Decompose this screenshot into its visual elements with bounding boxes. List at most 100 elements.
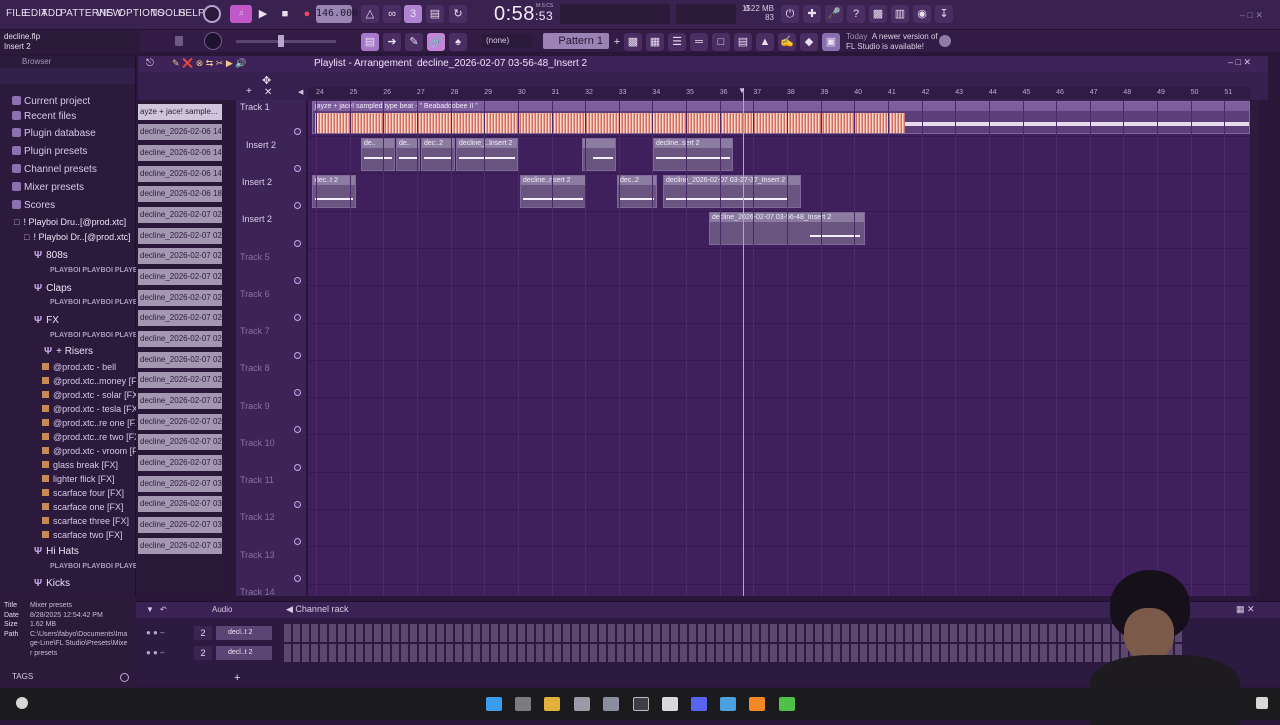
tools-icon[interactable]: ✚ — [803, 5, 821, 23]
folder-playboi-1[interactable]: □! Playboi Dru..[@prod.xtc] — [14, 217, 126, 227]
playhead-marker[interactable] — [743, 88, 744, 596]
picker-clip[interactable]: ayze + jace! sample... — [138, 104, 222, 120]
folder-kicks[interactable]: Ψ Kicks — [34, 578, 70, 589]
channel-led-icons[interactable]: ● ● – — [146, 648, 165, 657]
loop-record-icon[interactable]: ↻ — [449, 5, 467, 23]
step-sequencer-row[interactable] — [284, 624, 1184, 642]
playlist-icon[interactable]: ▤ — [361, 33, 379, 51]
wait-input-icon[interactable]: ∞ — [383, 5, 401, 23]
touch-icon[interactable]: ✍ — [778, 33, 796, 51]
track-mute-led[interactable] — [294, 538, 301, 545]
playlist-tools-icons[interactable]: ✎ ❌ ⊗ ⇆ ✂ ▶ 🔊 — [172, 58, 247, 69]
file-item[interactable]: scarface two [FX] — [42, 530, 123, 540]
track-mute-led[interactable] — [294, 277, 301, 284]
audio-clip[interactable]: decline_2026-02-07 03-27-37_Insert 2 — [663, 175, 801, 208]
picker-clip[interactable]: decline_2026-02-07 03-... — [138, 496, 222, 512]
picker-clip[interactable]: decline_2026-02-07 03-... — [138, 455, 222, 471]
playlist-grid[interactable]: jayze + jace! sampled type beat - " Beab… — [308, 100, 1250, 596]
channel-name-button[interactable]: decl..t 2 — [216, 626, 272, 640]
track-name[interactable]: Track 10 — [240, 438, 275, 448]
add-channel-icon[interactable]: + — [234, 672, 240, 684]
stamp-icon[interactable]: ♠ — [449, 33, 467, 51]
folder-risers[interactable]: Ψ + Risers — [44, 346, 93, 357]
track-name[interactable]: Track 6 — [240, 289, 270, 299]
track-name[interactable]: Insert 2 — [242, 177, 272, 187]
zoom-icon[interactable]: ✥ — [262, 74, 271, 87]
picker-clip[interactable]: decline_2026-02-07 02-... — [138, 352, 222, 368]
store-icon[interactable]: ▣ — [822, 33, 840, 51]
folder-hi-hats[interactable]: Ψ Hi Hats — [34, 546, 79, 557]
rack-undo-icon[interactable]: ↶ — [160, 605, 167, 614]
window-controls-icon[interactable]: – □ ✕ — [1240, 10, 1263, 21]
file-item[interactable]: @prod.xtc..re two [FX] — [42, 432, 143, 442]
task-view-icon[interactable] — [515, 697, 531, 711]
picker-clip[interactable]: decline_2026-02-07 02-... — [138, 310, 222, 326]
plugin-picker-icon[interactable]: ▥ — [891, 5, 909, 23]
track-mute-led[interactable] — [294, 389, 301, 396]
help-icon[interactable]: ? — [847, 5, 865, 23]
step-sequencer-row[interactable] — [284, 644, 1184, 662]
file-explorer-icon[interactable] — [544, 697, 560, 711]
track-name[interactable]: Track 1 — [240, 102, 270, 112]
link-icon[interactable]: 🔗 — [427, 33, 445, 51]
picker-clip[interactable]: decline_2026-02-07 03-... — [138, 538, 222, 554]
picker-clip[interactable]: decline_2026-02-07 02-... — [138, 434, 222, 450]
track-name[interactable]: Track 14 — [240, 587, 275, 597]
arrangement-selector[interactable]: decline_2026-02-07 03-56-48_Insert 2 — [417, 58, 587, 69]
playlist-menu-icon[interactable]: ⎋ — [146, 58, 154, 69]
picker-clip[interactable]: decline_2026-02-07 03-... — [138, 476, 222, 492]
browser-item-current-project[interactable]: Current project — [12, 96, 90, 107]
picker-clip[interactable]: decline_2026-02-07 02-... — [138, 331, 222, 347]
picker-clip[interactable]: decline_2026-02-06 14-... — [138, 166, 222, 182]
slider-handle[interactable] — [278, 35, 284, 47]
global-knob-icon[interactable] — [203, 5, 221, 23]
picker-clip[interactable]: decline_2026-02-06 18-... — [138, 186, 222, 202]
file-item[interactable]: @prod.xtc..money [FX] — [42, 376, 145, 386]
lock-icon[interactable] — [175, 36, 183, 46]
globe-icon[interactable] — [939, 35, 951, 47]
picker-clip[interactable]: decline_2026-02-06 14-... — [138, 145, 222, 161]
mixer-icon[interactable]: ▩ — [624, 33, 642, 51]
arrow-right-icon[interactable]: ➜ — [383, 33, 401, 51]
pencil-icon[interactable]: ✎ — [405, 33, 423, 51]
add-track-icon[interactable]: + — [246, 86, 252, 97]
chrome-icon[interactable] — [662, 697, 678, 711]
picker-clip[interactable]: decline_2026-02-07 02-... — [138, 269, 222, 285]
browser-item-plugin-presets[interactable]: Plugin presets — [12, 146, 87, 157]
metronome-icon[interactable]: △ — [361, 5, 379, 23]
track-name[interactable]: Track 7 — [240, 326, 270, 336]
countdown-icon[interactable]: 3 — [404, 5, 422, 23]
app-icon[interactable] — [574, 697, 590, 711]
track-mute-led[interactable] — [294, 426, 301, 433]
audio-clip[interactable]: decline..sert 2 — [653, 138, 733, 171]
chat-icon[interactable]: ◉ — [913, 5, 931, 23]
folder-808s[interactable]: Ψ 808s — [34, 250, 68, 261]
track-name[interactable]: Track 13 — [240, 550, 275, 560]
folder-claps[interactable]: Ψ Claps — [34, 283, 72, 294]
file-item[interactable]: scarface three [FX] — [42, 516, 129, 526]
piano-roll-icon[interactable]: ☰ — [668, 33, 686, 51]
picker-clip[interactable]: decline_2026-02-07 02-... — [138, 228, 222, 244]
file-item[interactable]: @prod.xtc - vroom [FX] — [42, 446, 146, 456]
track-mute-led[interactable] — [294, 501, 301, 508]
master-pitch-slider[interactable] — [236, 40, 336, 43]
step-edit-icon[interactable]: ▤ — [426, 5, 444, 23]
audio-clip[interactable] — [582, 138, 616, 171]
plug-icon[interactable]: ▲ — [756, 33, 774, 51]
mic-icon[interactable]: 🎤 — [825, 5, 843, 23]
plugin-icon[interactable]: ◆ — [800, 33, 818, 51]
audio-clip[interactable]: dec..2 — [617, 175, 657, 208]
track-mute-led[interactable] — [294, 165, 301, 172]
picker-clip[interactable]: decline_2026-02-07 02-... — [138, 393, 222, 409]
sliders-icon[interactable]: ═ — [690, 33, 708, 51]
close-icon[interactable]: ✕ — [264, 87, 272, 98]
song-mode-toggle[interactable]: ♫ — [230, 5, 252, 23]
audio-clip[interactable]: decline_..Insert 2 — [456, 138, 518, 171]
browser-item-channel-presets[interactable]: Channel presets — [12, 164, 97, 175]
track-name[interactable]: Track 12 — [240, 512, 275, 522]
track-name[interactable]: Track 9 — [240, 401, 270, 411]
rack-filter-select[interactable]: Audio — [212, 605, 232, 614]
audio-clip-main[interactable]: jayze + jace! sampled type beat - " Beab… — [312, 101, 1250, 134]
audio-clip[interactable]: decline..nsert 2 — [520, 175, 586, 208]
file-item[interactable]: lighter flick [FX] — [42, 474, 115, 484]
